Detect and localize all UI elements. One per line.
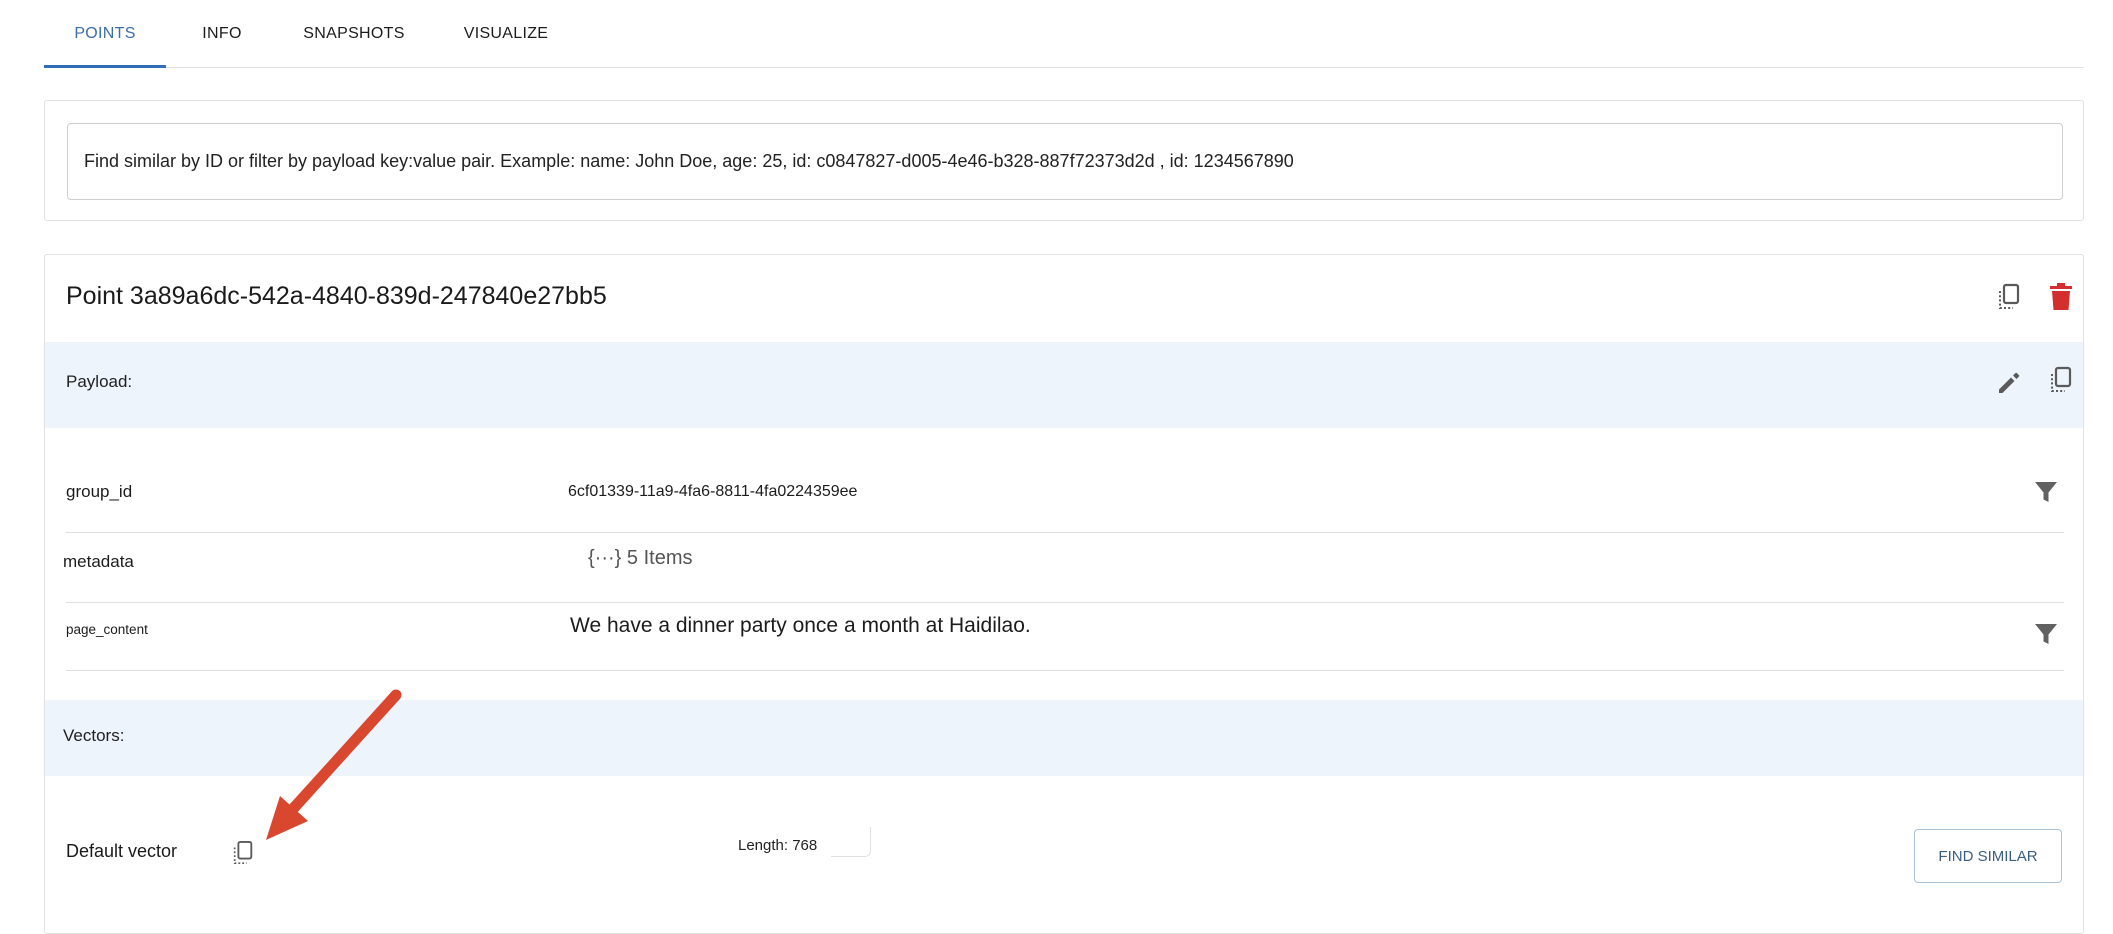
- filter-icon: [2034, 622, 2058, 651]
- delete-icon: [2049, 282, 2073, 316]
- copy-icon: [1996, 283, 2022, 316]
- payload-row: metadata {···} 5 Items: [63, 533, 2064, 603]
- active-tab-indicator: [44, 65, 166, 68]
- copy-icon: [231, 839, 255, 872]
- tab-bar: POINTS INFO SNAPSHOTS VISUALIZE: [44, 0, 2084, 68]
- payload-header: Payload:: [45, 342, 2083, 428]
- tab-snapshots[interactable]: SNAPSHOTS: [292, 0, 416, 68]
- filter-button[interactable]: [2028, 476, 2064, 512]
- vector-length-selector[interactable]: [831, 827, 871, 857]
- tab-info[interactable]: INFO: [166, 0, 278, 68]
- search-card: Find similar by ID or filter by payload …: [44, 100, 2084, 221]
- point-title: Point 3a89a6dc-542a-4840-839d-247840e27b…: [66, 282, 607, 310]
- delete-point-button[interactable]: [2043, 281, 2079, 317]
- vector-length: Length: 768: [738, 837, 818, 854]
- payload-row: page_content We have a dinner party once…: [66, 603, 2064, 671]
- payload-value: 6cf01339-11a9-4fa6-8811-4fa0224359ee: [568, 483, 858, 500]
- payload-key: metadata: [63, 552, 134, 571]
- copy-icon: [2048, 366, 2074, 399]
- copy-payload-button[interactable]: [2043, 364, 2079, 400]
- tab-visualize[interactable]: VISUALIZE: [444, 0, 568, 68]
- vectors-header: Vectors:: [45, 700, 2083, 776]
- payload-key: page_content: [66, 622, 148, 637]
- edit-icon: [1996, 370, 2022, 401]
- edit-payload-button[interactable]: [1991, 367, 2027, 403]
- tab-points[interactable]: POINTS: [44, 0, 166, 68]
- payload-value: We have a dinner party once a month at H…: [570, 614, 1031, 637]
- search-input[interactable]: Find similar by ID or filter by payload …: [67, 123, 2063, 200]
- copy-point-button[interactable]: [1991, 281, 2027, 317]
- point-card: Point 3a89a6dc-542a-4840-839d-247840e27b…: [44, 254, 2084, 934]
- payload-label: Payload:: [66, 372, 133, 391]
- find-similar-button[interactable]: FIND SIMILAR: [1914, 829, 2062, 883]
- vectors-label: Vectors:: [63, 726, 125, 745]
- payload-value-collapsed[interactable]: {···} 5 Items: [588, 547, 692, 570]
- vector-name: Default vector: [66, 841, 178, 861]
- filter-icon: [2034, 480, 2058, 509]
- payload-row: group_id 6cf01339-11a9-4fa6-8811-4fa0224…: [66, 462, 2064, 533]
- copy-vector-button[interactable]: [225, 837, 261, 873]
- payload-key: group_id: [66, 482, 133, 501]
- filter-button[interactable]: [2028, 618, 2064, 654]
